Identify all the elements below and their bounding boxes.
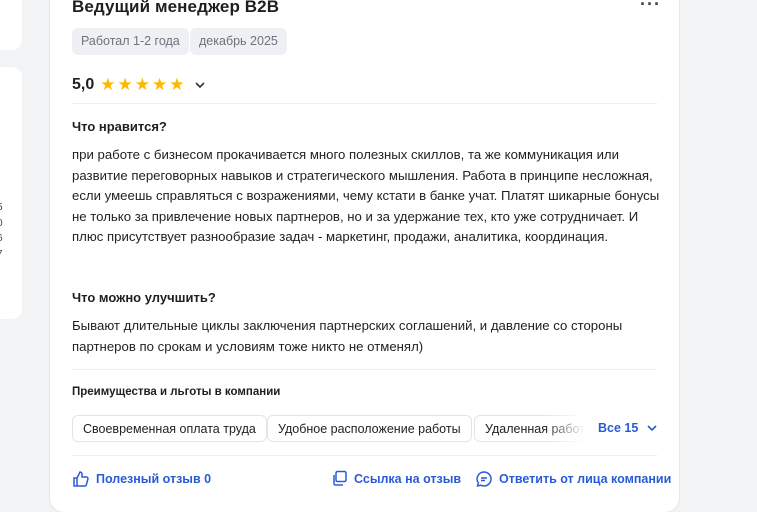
all-benefits-link[interactable]: Все 15 bbox=[598, 421, 657, 435]
likes-text: при работе с бизнесом прокачивается мног… bbox=[72, 147, 660, 244]
helpful-button[interactable]: Полезный отзыв 0 bbox=[72, 470, 211, 488]
helpful-label: Полезный отзыв 0 bbox=[96, 472, 212, 486]
benefits-fade bbox=[545, 412, 585, 444]
chat-bubble-icon bbox=[476, 471, 492, 488]
improve-text: Бывают длительные циклы заключения партн… bbox=[72, 318, 623, 354]
benefits-heading: Преимущества и льготы в компании bbox=[72, 386, 281, 398]
chevron-down-icon bbox=[647, 425, 657, 432]
more-options-icon[interactable]: ··· bbox=[640, 0, 661, 15]
thumbs-up-icon bbox=[73, 471, 89, 487]
left-panel-numbers: 5 0 6 7 bbox=[0, 200, 3, 262]
benefit-chip[interactable]: Своевременная оплата труда bbox=[72, 415, 267, 442]
reply-company-button[interactable]: Ответить от лица компании bbox=[475, 470, 671, 488]
star-icon: ★ bbox=[100, 75, 116, 94]
divider bbox=[72, 369, 657, 370]
star-icon: ★ bbox=[117, 75, 133, 94]
copy-link-icon bbox=[333, 470, 347, 486]
tenure-chip: Работал 1-2 года bbox=[72, 28, 189, 55]
rating-value: 5,0 bbox=[72, 76, 95, 93]
divider bbox=[72, 455, 657, 456]
improve-heading: Что можно улучшить? bbox=[72, 290, 216, 305]
left-number: 6 bbox=[0, 231, 3, 247]
star-icon: ★ bbox=[134, 75, 150, 94]
date-chip: декабрь 2025 bbox=[190, 28, 287, 55]
divider bbox=[72, 103, 657, 104]
rating-row[interactable]: 5,0 ★ ★ ★ ★ ★ bbox=[72, 75, 205, 95]
star-icon: ★ bbox=[152, 75, 168, 94]
all-benefits-label: Все 15 bbox=[598, 421, 639, 435]
review-link-button[interactable]: Ссылка на отзыв bbox=[331, 470, 461, 487]
chevron-down-icon[interactable] bbox=[194, 78, 205, 92]
benefit-chip[interactable]: Удобное расположение работы bbox=[267, 415, 472, 442]
star-icon: ★ bbox=[169, 75, 185, 94]
left-panel-card-bottom bbox=[0, 67, 22, 319]
left-number: 5 bbox=[0, 200, 3, 216]
review-link-label: Ссылка на отзыв bbox=[354, 471, 462, 486]
reply-company-label: Ответить от лица компании bbox=[499, 472, 672, 486]
review-position-title: Ведущий менеджер B2B bbox=[72, 0, 280, 16]
left-number: 7 bbox=[0, 247, 3, 263]
left-panel-card-top bbox=[0, 0, 22, 50]
likes-heading: Что нравится? bbox=[72, 119, 167, 134]
left-number: 0 bbox=[0, 216, 3, 232]
